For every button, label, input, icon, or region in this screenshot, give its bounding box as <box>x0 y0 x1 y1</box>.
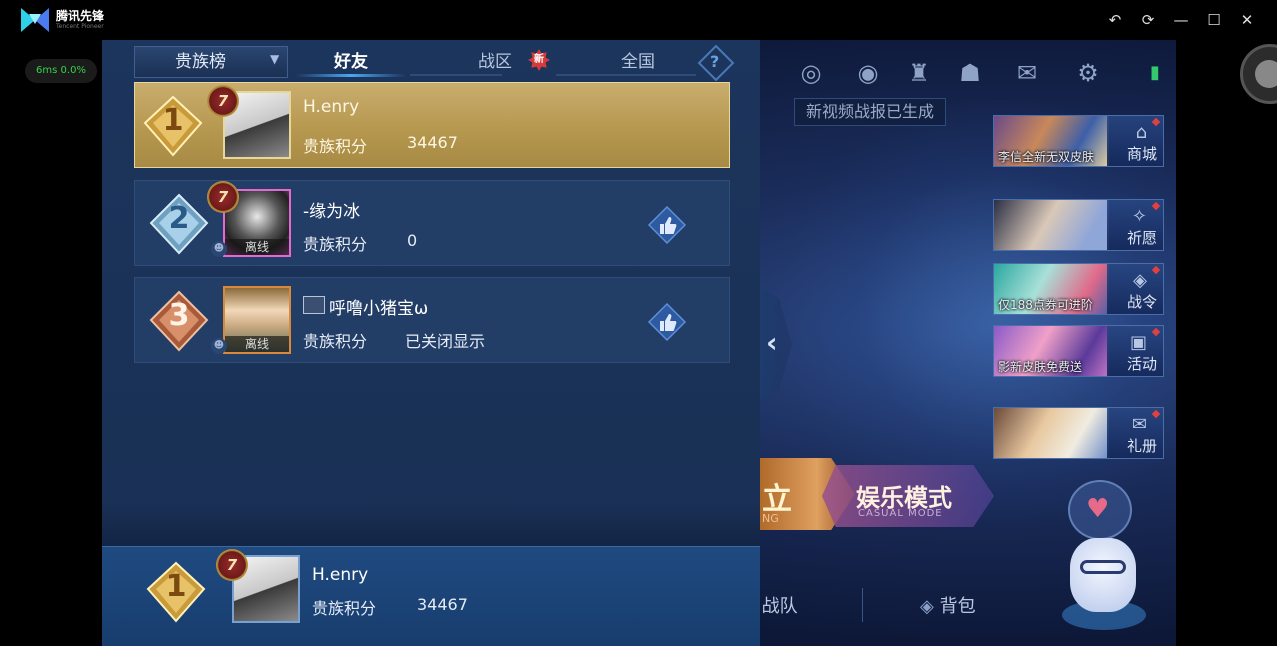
active-tab-indicator <box>296 74 406 77</box>
friend-source-icon: ☻ <box>211 338 227 354</box>
score-value: 0 <box>407 231 418 250</box>
eye-target-icon[interactable]: ◎ <box>796 58 826 88</box>
maximize-button[interactable]: ☐ <box>1204 10 1224 30</box>
casual-mode-sublabel: CASUAL MODE <box>858 508 943 519</box>
banner-giftbook[interactable]: ✉ 礼册 <box>993 407 1164 459</box>
brand-name: 腾讯先锋 <box>56 9 105 23</box>
banner-caption: 李信全新无双皮肤 <box>998 150 1095 164</box>
score-label: 贵族积分 <box>312 599 377 618</box>
friend-source-icon: ☻ <box>211 241 227 257</box>
banner-pass[interactable]: ◈ 战令 仅188点券可进阶 <box>993 263 1164 315</box>
close-button[interactable]: ✕ <box>1237 10 1257 30</box>
score-value: 34467 <box>417 595 468 614</box>
heart-icon: ♥ <box>1086 494 1110 524</box>
thumbs-up-icon[interactable] <box>647 302 687 342</box>
offline-label: 离线 <box>225 239 289 255</box>
player-name: 呼噜小猪宝ω <box>329 299 429 319</box>
score-value: 已关闭显示 <box>405 332 486 351</box>
book-icon: ✉ <box>1131 414 1147 435</box>
banner-shop[interactable]: ⌂ 商城 李信全新无双皮肤 <box>993 115 1164 167</box>
video-report-notice[interactable]: 新视频战报已生成 <box>794 98 946 126</box>
trophy-icon[interactable]: ♜ <box>904 58 934 88</box>
noble-level-badge: 7 <box>207 181 239 213</box>
banner-side-label: 战令 <box>1126 293 1157 311</box>
minimize-button[interactable]: — <box>1171 10 1191 30</box>
settings-gear-icon[interactable]: ⚙ <box>1073 58 1103 88</box>
packet-loss-value: 0.0% <box>60 65 86 76</box>
right-strip <box>1176 40 1277 646</box>
score-label: 贵族积分 <box>303 137 368 156</box>
noble-level-badge: 7 <box>216 549 248 581</box>
thumbs-up-icon[interactable] <box>647 205 687 245</box>
score-value: 34467 <box>407 133 458 152</box>
rank-number: 3 <box>168 298 190 333</box>
banner-side-label: 礼册 <box>1126 437 1157 455</box>
banner-art <box>994 408 1109 458</box>
rank-number: 2 <box>168 201 190 236</box>
assistant-knob-icon <box>1255 60 1277 88</box>
undo-icon[interactable]: ↶ <box>1105 10 1125 30</box>
nav-bag[interactable]: ◈ 背包 <box>920 592 976 618</box>
score-label: 贵族积分 <box>303 332 368 351</box>
banner-event[interactable]: ▣ 活动 影新皮肤免费送 <box>993 325 1164 377</box>
banner-art <box>994 200 1109 250</box>
offline-label: 离线 <box>225 336 289 352</box>
player-name: H.enry <box>303 97 360 117</box>
tab-national[interactable]: 全国 <box>583 46 693 78</box>
score-label: 贵族积分 <box>303 235 368 254</box>
pass-icon: ◈ <box>1133 270 1147 291</box>
leaderboard-row[interactable]: 1 7 H.enry 贵族积分 34467 <box>134 82 730 168</box>
leaderboard-type-select[interactable]: 贵族榜 <box>134 46 288 78</box>
my-rank-bar: 1 7 H.enry 贵族积分 34467 <box>102 546 760 646</box>
gift-icon: ▣ <box>1129 332 1147 353</box>
banner-side-label: 商城 <box>1126 145 1157 163</box>
avatar[interactable]: 离线 <box>223 286 291 354</box>
chevron-down-icon: ▼ <box>270 52 280 66</box>
nav-bag-label: 背包 <box>939 596 976 617</box>
nav-team-label: 战队 <box>761 596 798 617</box>
player-name: -缘为冰 <box>303 202 361 222</box>
network-status: 6ms 0.0% <box>25 59 97 83</box>
shop-icon: ⌂ <box>1135 122 1147 143</box>
banner-side-label: 祈愿 <box>1126 229 1157 247</box>
leaderboard-row[interactable]: 3 离线 ☻ 呼噜小猪宝ω 贵族积分 已关闭显示 <box>134 277 730 363</box>
chevron-left-icon[interactable]: ‹ <box>766 326 778 359</box>
my-player-name: H.enry <box>312 565 369 585</box>
rank-number: 1 <box>162 103 184 138</box>
tencent-pioneer-logo-icon <box>21 8 49 32</box>
watch-icon[interactable]: ◉ <box>853 58 883 88</box>
ranked-mode-sublabel: NG <box>762 512 779 525</box>
bag-icon: ◈ <box>920 596 934 617</box>
mascot-glasses <box>1080 560 1126 574</box>
leaderboard-row[interactable]: 2 离线 7 ☻ -缘为冰 贵族积分 0 <box>134 180 730 266</box>
noble-level-badge: 7 <box>207 85 239 117</box>
friends-icon[interactable]: ☗ <box>955 58 985 88</box>
mascot-character[interactable] <box>1070 538 1136 612</box>
guild-flag-icon <box>303 296 325 314</box>
mail-icon[interactable]: ✉ <box>1012 58 1042 88</box>
wifi-signal-icon: ▮ <box>1150 62 1160 83</box>
list-fade <box>102 500 760 546</box>
banner-side-label: 活动 <box>1126 355 1157 373</box>
banner-wish[interactable]: ✧ 祈愿 <box>993 199 1164 251</box>
banner-caption: 影新皮肤免费送 <box>998 360 1083 374</box>
brand-subtitle: Tencent Pioneer <box>56 23 104 30</box>
app-window: 腾讯先锋 Tencent Pioneer ↶ ⟳ — ☐ ✕ 6ms 0.0% … <box>0 0 1277 646</box>
banner-caption: 仅188点券可进阶 <box>998 298 1093 312</box>
wish-icon: ✧ <box>1131 206 1147 227</box>
question-mark-icon: ? <box>710 52 720 71</box>
rank-number: 1 <box>165 569 187 604</box>
ping-value: 6ms <box>36 65 58 76</box>
title-bar: 腾讯先锋 Tencent Pioneer ↶ ⟳ — ☐ ✕ <box>0 0 1277 40</box>
nav-divider <box>862 588 863 622</box>
refresh-icon[interactable]: ⟳ <box>1138 10 1158 30</box>
